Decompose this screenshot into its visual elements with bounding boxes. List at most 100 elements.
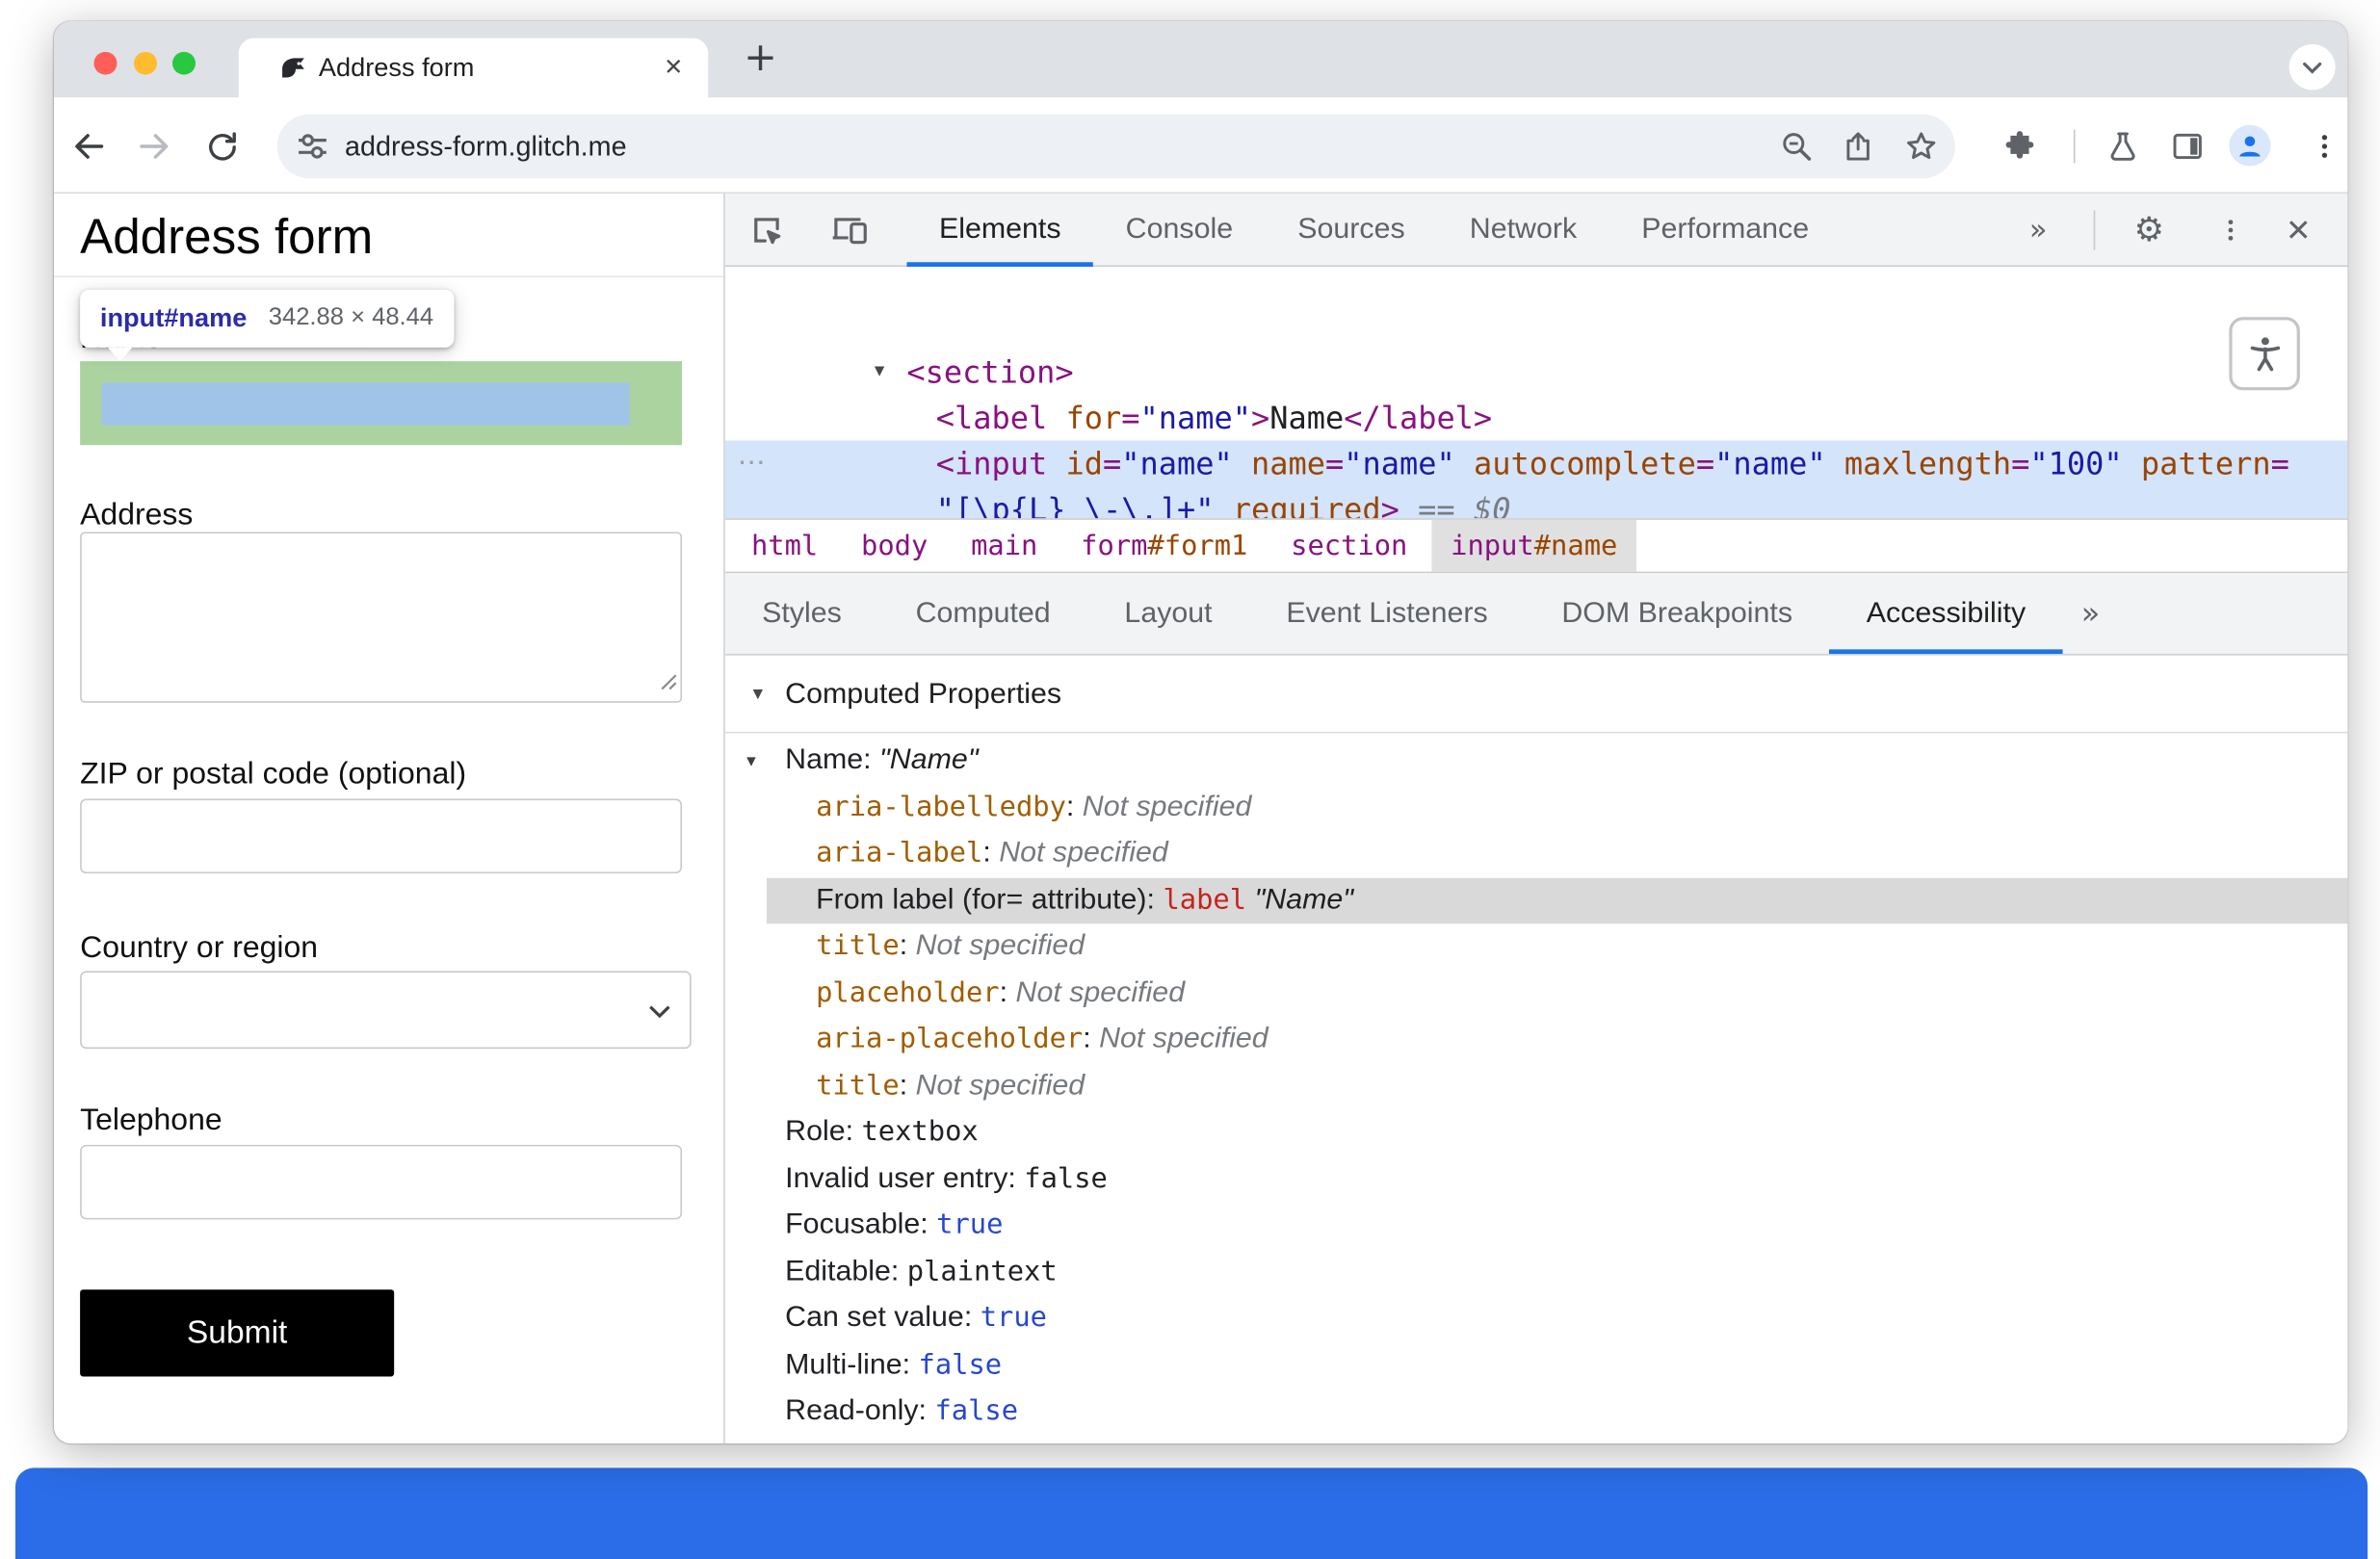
profile-avatar[interactable] — [2229, 124, 2271, 167]
code-token: "100" — [2029, 445, 2123, 482]
breadcrumb-main[interactable]: main — [953, 520, 1057, 572]
crumb-id: #form1 — [1147, 530, 1248, 562]
three-dot-menu-icon — [2228, 220, 2234, 241]
share-icon[interactable] — [1842, 130, 1875, 164]
inspect-element-button[interactable] — [745, 209, 789, 251]
breadcrumb-html[interactable]: html — [733, 520, 837, 572]
state-label: Multi-line: — [785, 1348, 919, 1381]
code-token: "name" — [1121, 445, 1233, 482]
toolbar-divider — [2073, 129, 2076, 164]
state-label: Editable: — [785, 1255, 907, 1287]
tab-layout[interactable]: Layout — [1087, 573, 1249, 654]
state-value: plaintext — [906, 1255, 1058, 1287]
breadcrumb-body[interactable]: body — [843, 520, 947, 572]
inspect-content-highlight[interactable] — [101, 382, 630, 426]
country-select[interactable] — [80, 971, 692, 1050]
select-chevron-icon — [649, 1005, 670, 1019]
tab-sources[interactable]: Sources — [1266, 194, 1438, 267]
a11y-prop-value: Not specified — [999, 837, 1168, 870]
a11y-prop-key: aria-label — [816, 837, 983, 870]
crumb-tag: body — [861, 530, 928, 562]
code-token: = — [1695, 445, 1715, 482]
a11y-prop-row: placeholder: Not specified — [725, 971, 2348, 1017]
computed-properties-header[interactable]: ▾ Computed Properties — [724, 656, 2348, 734]
devtools-close-button[interactable]: ✕ — [2277, 209, 2320, 251]
tab-overflow-button[interactable] — [2288, 43, 2336, 91]
breadcrumb-input-selected[interactable]: input #name — [1431, 519, 1636, 572]
a11y-state-row: Invalid user entry: false — [725, 1156, 2348, 1203]
side-panel-button[interactable] — [2161, 120, 2213, 172]
tab-elements[interactable]: Elements — [906, 194, 1093, 267]
zoom-icon[interactable] — [1780, 130, 1814, 164]
a11y-state-row: Focusable: true — [725, 1203, 2348, 1249]
tab-network[interactable]: Network — [1437, 194, 1609, 267]
telephone-field-label: Telephone — [80, 1104, 222, 1137]
settings-gear-icon[interactable]: ⚙ — [2128, 209, 2171, 251]
telephone-input[interactable] — [80, 1144, 683, 1220]
experiments-button[interactable] — [2097, 120, 2149, 172]
url-text[interactable]: address-form.glitch.me — [345, 115, 627, 178]
a11y-state-row: Multi-line: false — [725, 1342, 2348, 1389]
state-value: textbox — [861, 1115, 979, 1148]
state-label: Read-only: — [785, 1394, 935, 1427]
code-token: = — [2270, 445, 2289, 482]
bookmark-star-icon[interactable] — [1904, 130, 1938, 164]
resize-handle-icon[interactable] — [659, 671, 677, 698]
new-tab-button[interactable]: + — [738, 37, 784, 82]
a11y-prop-key: title — [816, 1069, 900, 1102]
zip-input[interactable] — [80, 798, 683, 874]
a11y-name-row[interactable]: ▾ Name: "Name" — [725, 738, 2348, 784]
accessibility-person-icon — [2249, 336, 2280, 371]
browser-menu-button[interactable] — [2298, 120, 2347, 172]
a11y-prop-row: aria-label: Not specified — [725, 831, 2348, 877]
tab-styles[interactable]: Styles — [725, 573, 878, 654]
device-toolbar-button[interactable] — [828, 209, 872, 251]
code-token: > — [1250, 399, 1270, 436]
reload-button[interactable] — [196, 120, 248, 172]
breadcrumb-section[interactable]: section — [1272, 520, 1426, 572]
colon: : — [1065, 790, 1083, 823]
disclosure-triangle-icon[interactable]: ▾ — [875, 350, 884, 395]
address-bar[interactable]: address-form.glitch.me — [276, 114, 1955, 179]
breadcrumb: html body main form #form1 section input #… — [724, 518, 2348, 574]
more-panels-button[interactable]: » — [2017, 209, 2060, 251]
devtools-panel: Elements Console Sources Network Perform… — [723, 194, 2348, 1444]
tab-event-listeners[interactable]: Event Listeners — [1249, 573, 1525, 654]
window-maximize-button[interactable] — [171, 51, 196, 75]
code-token: id — [1065, 445, 1104, 482]
window-minimize-button[interactable] — [133, 51, 157, 75]
browser-tab[interactable]: Address form ✕ — [238, 38, 709, 98]
tab-console[interactable]: Console — [1093, 194, 1266, 267]
extensions-button[interactable] — [1994, 120, 2046, 172]
site-settings-icon[interactable] — [296, 130, 329, 164]
window-close-button[interactable] — [92, 51, 117, 75]
tab-performance[interactable]: Performance — [1609, 194, 1842, 267]
a11y-state-row: Role: textbox — [725, 1109, 2348, 1156]
tab-computed[interactable]: Computed — [878, 573, 1087, 654]
disclosure-triangle-icon[interactable]: ▾ — [753, 656, 763, 734]
more-sidebar-tabs-button[interactable]: » — [2063, 573, 2119, 654]
dom-node-section-open[interactable]: ▾ <section> — [725, 350, 2348, 395]
code-token: maxlength — [1844, 445, 2012, 482]
address-textarea[interactable] — [80, 532, 683, 703]
a11y-from-label-row-highlighted[interactable]: From label (for= attribute): label "Name… — [766, 877, 2348, 924]
submit-button[interactable]: Submit — [80, 1289, 395, 1377]
crumb-tag: html — [750, 530, 819, 562]
devtools-menu-button[interactable] — [2210, 209, 2253, 251]
a11y-prop-row: title: Not specified — [725, 1063, 2348, 1109]
state-label: Can set value: — [785, 1301, 981, 1335]
disclosure-triangle-icon[interactable]: ▾ — [746, 738, 756, 784]
state-value: true — [980, 1301, 1048, 1335]
forward-button[interactable] — [128, 120, 180, 172]
tab-close-icon[interactable]: ✕ — [654, 49, 693, 88]
back-button[interactable] — [64, 120, 116, 172]
a11y-prop-key: title — [816, 929, 900, 962]
chevron-down-icon — [2303, 62, 2322, 73]
accessibility-overlay-button[interactable] — [2229, 317, 2300, 391]
dom-node-label[interactable]: <label for="name">Name</label> — [725, 395, 2348, 440]
breadcrumb-form[interactable]: form #form1 — [1062, 520, 1267, 572]
label-node-link[interactable]: label — [1163, 883, 1246, 915]
state-value: false — [934, 1394, 1019, 1427]
tab-dom-breakpoints[interactable]: DOM Breakpoints — [1525, 573, 1829, 654]
tab-accessibility[interactable]: Accessibility — [1829, 573, 2062, 654]
